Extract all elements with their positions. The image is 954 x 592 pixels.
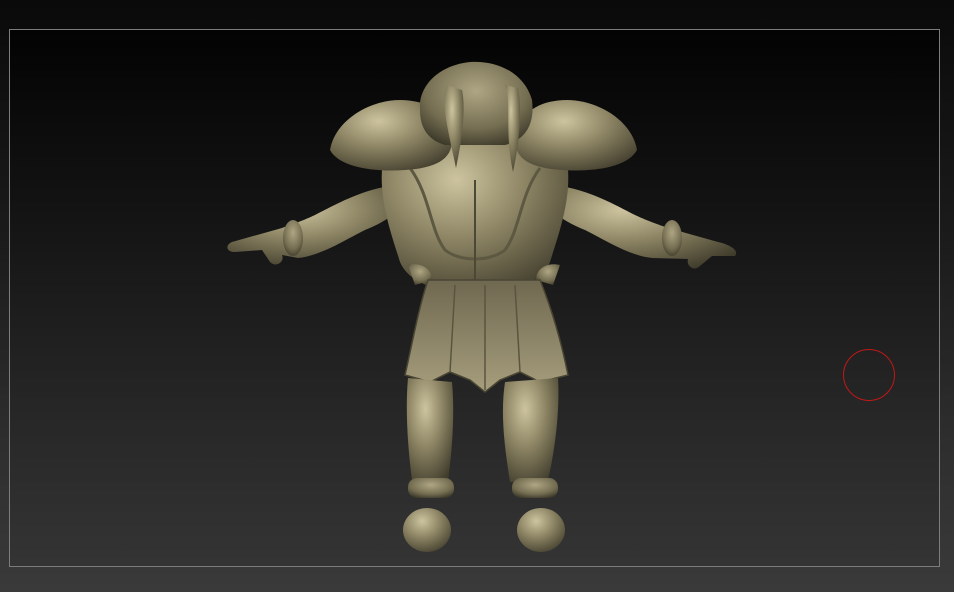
model-anklet-right: [512, 478, 558, 498]
model-shoulder-pad-right: [515, 100, 637, 171]
model-leg-left: [406, 378, 454, 482]
sculpt-viewport[interactable]: [0, 0, 954, 592]
brush-ring-icon[interactable]: [843, 349, 895, 401]
model-skirt: [404, 279, 569, 393]
sculpt-model[interactable]: [227, 61, 737, 552]
model-bracelet-right: [662, 220, 682, 256]
model-foot-left: [403, 508, 451, 552]
model-foot-right: [517, 508, 565, 552]
model-leg-right: [502, 378, 559, 482]
model-arm-right: [545, 185, 737, 269]
model-bracelet-left: [283, 220, 303, 256]
model-arm-left: [227, 185, 405, 265]
model-anklet-left: [408, 478, 454, 498]
